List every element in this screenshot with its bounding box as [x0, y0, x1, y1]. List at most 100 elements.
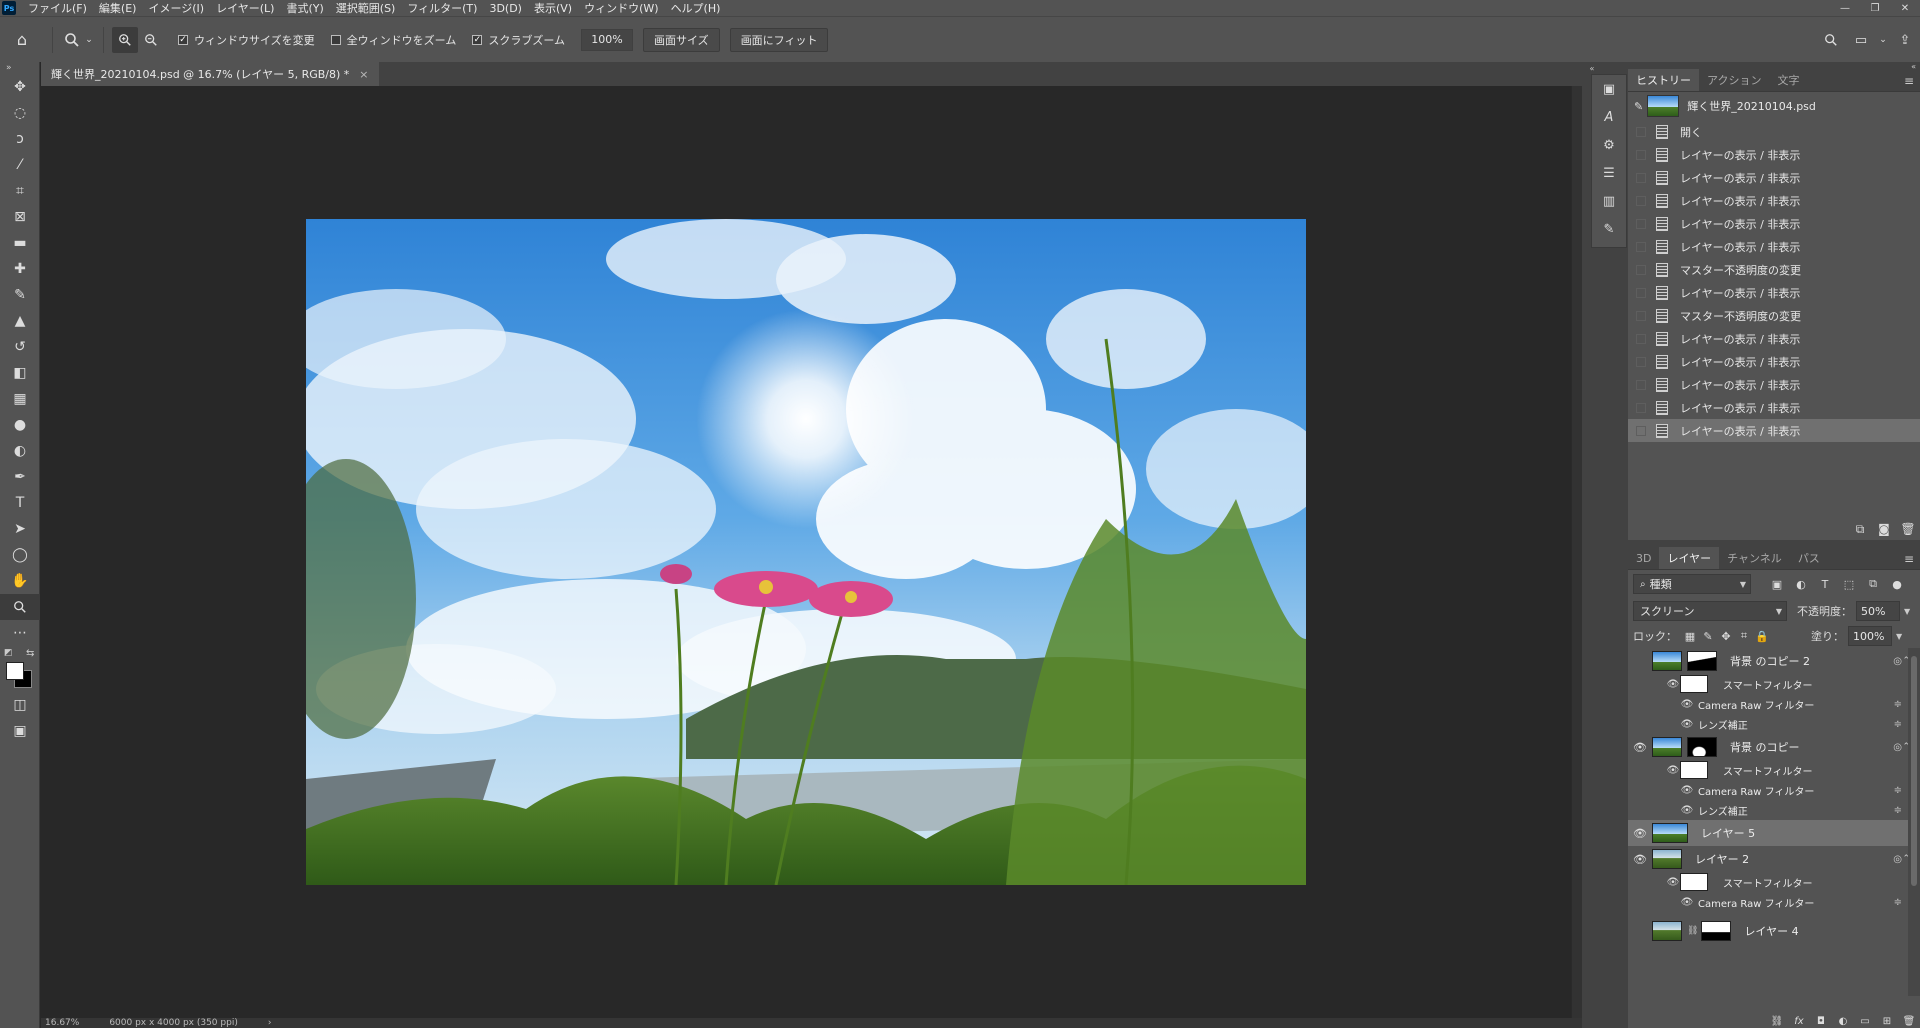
eraser-icon[interactable]: ◧: [0, 360, 40, 386]
tab-character[interactable]: 文字: [1769, 69, 1807, 91]
foreground-color[interactable]: [6, 662, 24, 680]
filter-options-icon[interactable]: ≑: [1894, 719, 1902, 730]
tab-layers[interactable]: レイヤー: [1659, 547, 1720, 569]
filter-row[interactable]: 👁 レンズ補正 ≑: [1628, 714, 1908, 734]
zoom-icon[interactable]: [0, 594, 40, 620]
lock-pixels-icon[interactable]: ✎: [1699, 630, 1717, 643]
history-brush-source-icon[interactable]: ✎: [1634, 100, 1643, 113]
path-select-icon[interactable]: ➤: [0, 516, 40, 542]
history-item[interactable]: レイヤーの表示 / 非表示: [1628, 327, 1920, 350]
eye-icon[interactable]: 👁: [1680, 897, 1694, 908]
tab-history[interactable]: ヒストリー: [1628, 69, 1699, 91]
vertical-scrollbar[interactable]: [1571, 86, 1582, 1018]
ruler-icon[interactable]: ▬: [0, 230, 40, 256]
layer-row[interactable]: 👁 背景 のコピー ◎ ⌃: [1628, 734, 1908, 760]
history-item[interactable]: レイヤーの表示 / 非表示: [1628, 212, 1920, 235]
actual-size-button[interactable]: 画面サイズ: [643, 27, 720, 52]
filter-options-icon[interactable]: ≑: [1894, 785, 1902, 796]
lasso-icon[interactable]: ↄ: [0, 126, 40, 152]
new-group-icon[interactable]: ▭: [1854, 1016, 1876, 1027]
menu-file[interactable]: ファイル(F): [22, 0, 93, 16]
eye-icon[interactable]: 👁: [1666, 679, 1680, 690]
menu-3d[interactable]: 3D(D): [483, 2, 528, 15]
layer-row[interactable]: ● 背景 のコピー 2 ◎ ⌃: [1628, 648, 1908, 674]
adjustments-icon[interactable]: ☰: [1592, 159, 1626, 187]
history-item[interactable]: レイヤーの表示 / 非表示: [1628, 143, 1920, 166]
layers-scrollbar[interactable]: [1908, 648, 1920, 996]
document-tab[interactable]: 輝く世界_20210104.psd @ 16.7% (レイヤー 5, RGB/8…: [41, 62, 379, 86]
tab-3d[interactable]: 3D: [1628, 547, 1659, 569]
zoom-percent-field[interactable]: 100%: [581, 28, 634, 51]
filter-options-icon[interactable]: ≑: [1894, 805, 1902, 816]
history-item[interactable]: レイヤーの表示 / 非表示: [1628, 235, 1920, 258]
screen-mode-icon[interactable]: ▣: [0, 718, 40, 744]
fx-icon[interactable]: fx: [1788, 1016, 1810, 1027]
home-icon[interactable]: ⌂: [0, 30, 44, 49]
lock-all-icon[interactable]: 🔒: [1753, 630, 1771, 643]
filter-options-icon[interactable]: ≑: [1894, 699, 1902, 710]
trash-icon[interactable]: 🗑: [1896, 522, 1920, 536]
filter-adjustment-icon[interactable]: ◐: [1789, 578, 1813, 591]
history-snapshot[interactable]: ✎ 輝く世界_20210104.psd: [1628, 92, 1920, 120]
restore-button[interactable]: ❐: [1860, 0, 1890, 16]
adjustment-layer-icon[interactable]: ◐: [1832, 1016, 1854, 1027]
hand-icon[interactable]: ✋: [0, 568, 40, 594]
lock-artboard-icon[interactable]: ⌗: [1735, 629, 1753, 643]
blur-icon[interactable]: ●: [0, 412, 40, 438]
tab-actions[interactable]: アクション: [1699, 69, 1769, 91]
panel-menu-icon[interactable]: ≡: [1904, 74, 1914, 88]
close-button[interactable]: ✕: [1890, 0, 1920, 16]
filter-type-icon[interactable]: T: [1813, 578, 1837, 591]
filter-smart-object-icon[interactable]: ⧉: [1861, 577, 1885, 591]
history-brush-icon[interactable]: ↺: [0, 334, 40, 360]
character-icon[interactable]: A: [1592, 103, 1626, 131]
share-icon[interactable]: ⇪: [1890, 33, 1920, 48]
layer-mask-thumbnail[interactable]: [1687, 651, 1717, 671]
menu-edit[interactable]: 編集(E): [93, 0, 143, 16]
history-item-selected[interactable]: レイヤーの表示 / 非表示: [1628, 419, 1920, 442]
eye-icon[interactable]: 👁: [1628, 853, 1652, 866]
layer-mask-thumbnail[interactable]: [1687, 737, 1717, 757]
zoom-out-icon[interactable]: [138, 33, 164, 47]
layer-filter-select[interactable]: ⌕ 種類 ▼: [1633, 574, 1751, 594]
filter-toggle-icon[interactable]: ●: [1885, 578, 1909, 591]
camera-icon[interactable]: ◙: [1872, 522, 1896, 536]
eye-icon[interactable]: 👁: [1680, 805, 1694, 816]
smart-filter-row[interactable]: 👁 スマートフィルター: [1628, 760, 1908, 780]
smart-filter-row[interactable]: 👁 スマートフィルター: [1628, 674, 1908, 694]
canvas-area[interactable]: [41, 86, 1571, 1018]
chevron-down-icon[interactable]: ⌄: [1876, 35, 1890, 45]
history-item[interactable]: レイヤーの表示 / 非表示: [1628, 396, 1920, 419]
eye-icon[interactable]: 👁: [1680, 719, 1694, 730]
chevron-down-icon[interactable]: ▼: [1904, 607, 1910, 616]
filter-pixel-icon[interactable]: ▣: [1765, 578, 1789, 591]
zoom-in-icon[interactable]: [112, 26, 138, 53]
menu-type[interactable]: 書式(Y): [280, 0, 329, 16]
filter-row[interactable]: 👁 Camera Raw フィルター ≑: [1628, 694, 1908, 714]
history-item[interactable]: 開く: [1628, 120, 1920, 143]
smart-filter-row[interactable]: 👁 スマートフィルター: [1628, 872, 1908, 892]
status-arrow-icon[interactable]: ›: [268, 1018, 272, 1028]
filter-options-icon[interactable]: ≑: [1894, 897, 1902, 908]
zoom-tool-icon[interactable]: [61, 32, 83, 48]
healing-icon[interactable]: ✚: [0, 256, 40, 282]
visibility-off-icon[interactable]: ●: [1628, 925, 1652, 938]
filter-row[interactable]: 👁 Camera Raw フィルター ≑: [1628, 780, 1908, 800]
artboard-icon[interactable]: ▣: [1592, 75, 1626, 103]
lock-transparency-icon[interactable]: ▦: [1681, 630, 1699, 643]
status-zoom[interactable]: 16.67%: [45, 1018, 79, 1028]
tab-paths[interactable]: パス: [1790, 547, 1828, 569]
history-item[interactable]: マスター不透明度の変更: [1628, 304, 1920, 327]
collapse-icon[interactable]: »: [0, 62, 39, 74]
workspace-icon[interactable]: ▭: [1846, 33, 1876, 48]
eye-icon[interactable]: 👁: [1680, 785, 1694, 796]
lock-position-icon[interactable]: ✥: [1717, 630, 1735, 643]
layer-mask-thumbnail[interactable]: [1701, 921, 1732, 941]
visibility-off-icon[interactable]: ●: [1628, 655, 1652, 668]
filter-shape-icon[interactable]: ⬚: [1837, 578, 1861, 591]
new-document-from-state-icon[interactable]: ⧉: [1848, 522, 1872, 537]
panel-menu-icon[interactable]: ≡: [1904, 552, 1914, 566]
menu-image[interactable]: イメージ(I): [142, 0, 210, 16]
history-item[interactable]: レイヤーの表示 / 非表示: [1628, 166, 1920, 189]
more-tools-icon[interactable]: ⋯: [0, 620, 40, 646]
